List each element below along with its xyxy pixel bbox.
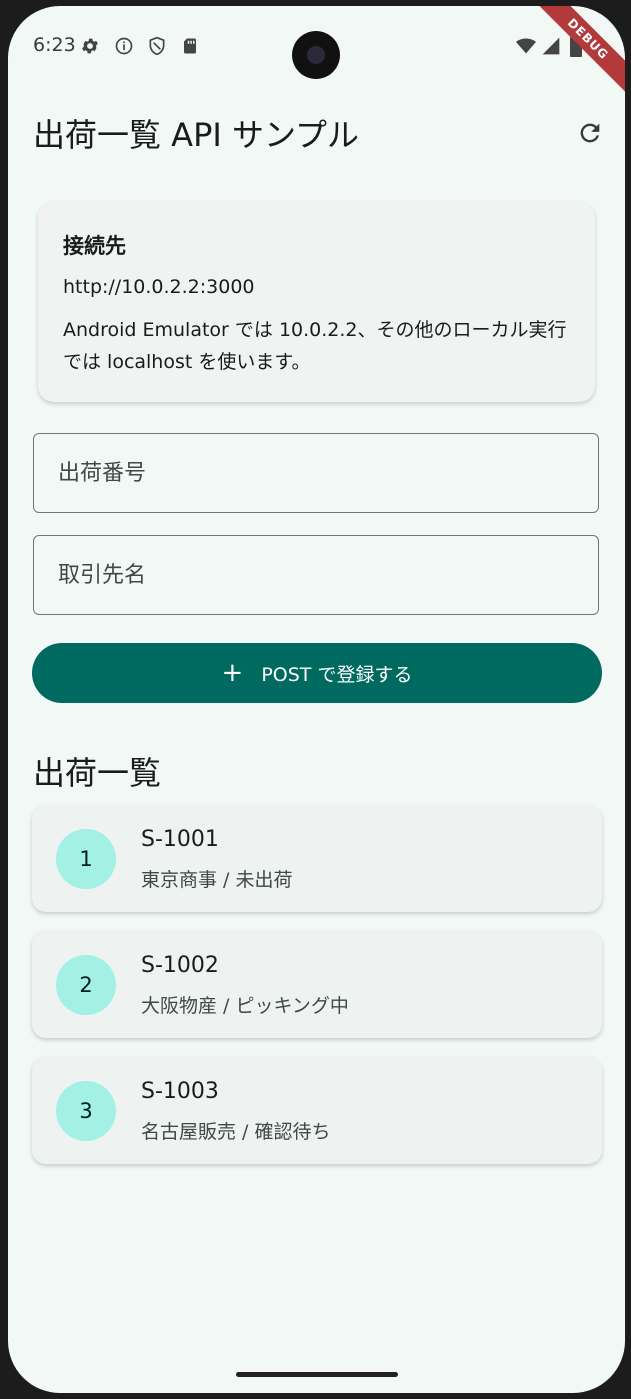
page-title: 出荷一覧 API サンプル [33, 116, 360, 154]
wifi-icon [516, 36, 536, 56]
info-icon [114, 36, 134, 56]
post-register-button[interactable]: + POST で登録する [32, 643, 602, 703]
shipment-list-item[interactable]: 1 S-1001 東京商事 / 未出荷 [32, 805, 602, 912]
shipment-list-item[interactable]: 3 S-1003 名古屋販売 / 確認待ち [32, 1057, 602, 1164]
shipment-details: 大阪物産 / ピッキング中 [141, 995, 349, 1017]
app-bar: 出荷一覧 API サンプル [8, 96, 625, 166]
plus-icon: + [221, 658, 244, 688]
customer-name-field[interactable] [33, 535, 599, 615]
shipment-index-avatar: 3 [56, 1081, 116, 1141]
connection-note: Android Emulator では 10.0.2.2、その他のローカル実行で… [63, 319, 567, 373]
settings-icon [80, 36, 100, 56]
status-bar: 6:23 DEBUG [8, 6, 625, 100]
shipment-details: 名古屋販売 / 確認待ち [141, 1121, 331, 1143]
app-screen: 6:23 DEBUG 出荷一覧 API サンプル 接続先 http://10.0… [8, 6, 625, 1393]
shipment-details: 東京商事 / 未出荷 [141, 869, 293, 891]
sd-card-icon [180, 36, 200, 56]
shipment-id: S-1003 [141, 1079, 219, 1104]
shipment-id: S-1002 [141, 953, 219, 978]
refresh-button[interactable] [573, 116, 607, 150]
connection-info-card: 接続先 http://10.0.2.2:3000 Android Emulato… [38, 202, 595, 402]
cellular-signal-icon [541, 36, 561, 56]
shipment-number-field[interactable] [33, 433, 599, 513]
shipment-index-avatar: 2 [56, 955, 116, 1015]
customer-name-input[interactable] [34, 536, 598, 614]
gesture-nav-handle[interactable] [236, 1372, 398, 1377]
phone-frame: 6:23 DEBUG 出荷一覧 API サンプル 接続先 http://10.0… [0, 0, 631, 1399]
connection-url: http://10.0.2.2:3000 [63, 276, 255, 298]
front-camera [292, 31, 340, 79]
refresh-icon [580, 123, 600, 143]
shield-icon [147, 36, 167, 56]
shipment-index-avatar: 1 [56, 829, 116, 889]
status-time: 6:23 [33, 34, 76, 56]
post-button-label: POST で登録する [261, 663, 413, 686]
shipment-id: S-1001 [141, 827, 219, 852]
shipment-list-item[interactable]: 2 S-1002 大阪物産 / ピッキング中 [32, 931, 602, 1038]
shipment-list-title: 出荷一覧 [33, 754, 162, 792]
shipment-number-input[interactable] [34, 434, 598, 512]
connection-title: 接続先 [63, 234, 126, 258]
